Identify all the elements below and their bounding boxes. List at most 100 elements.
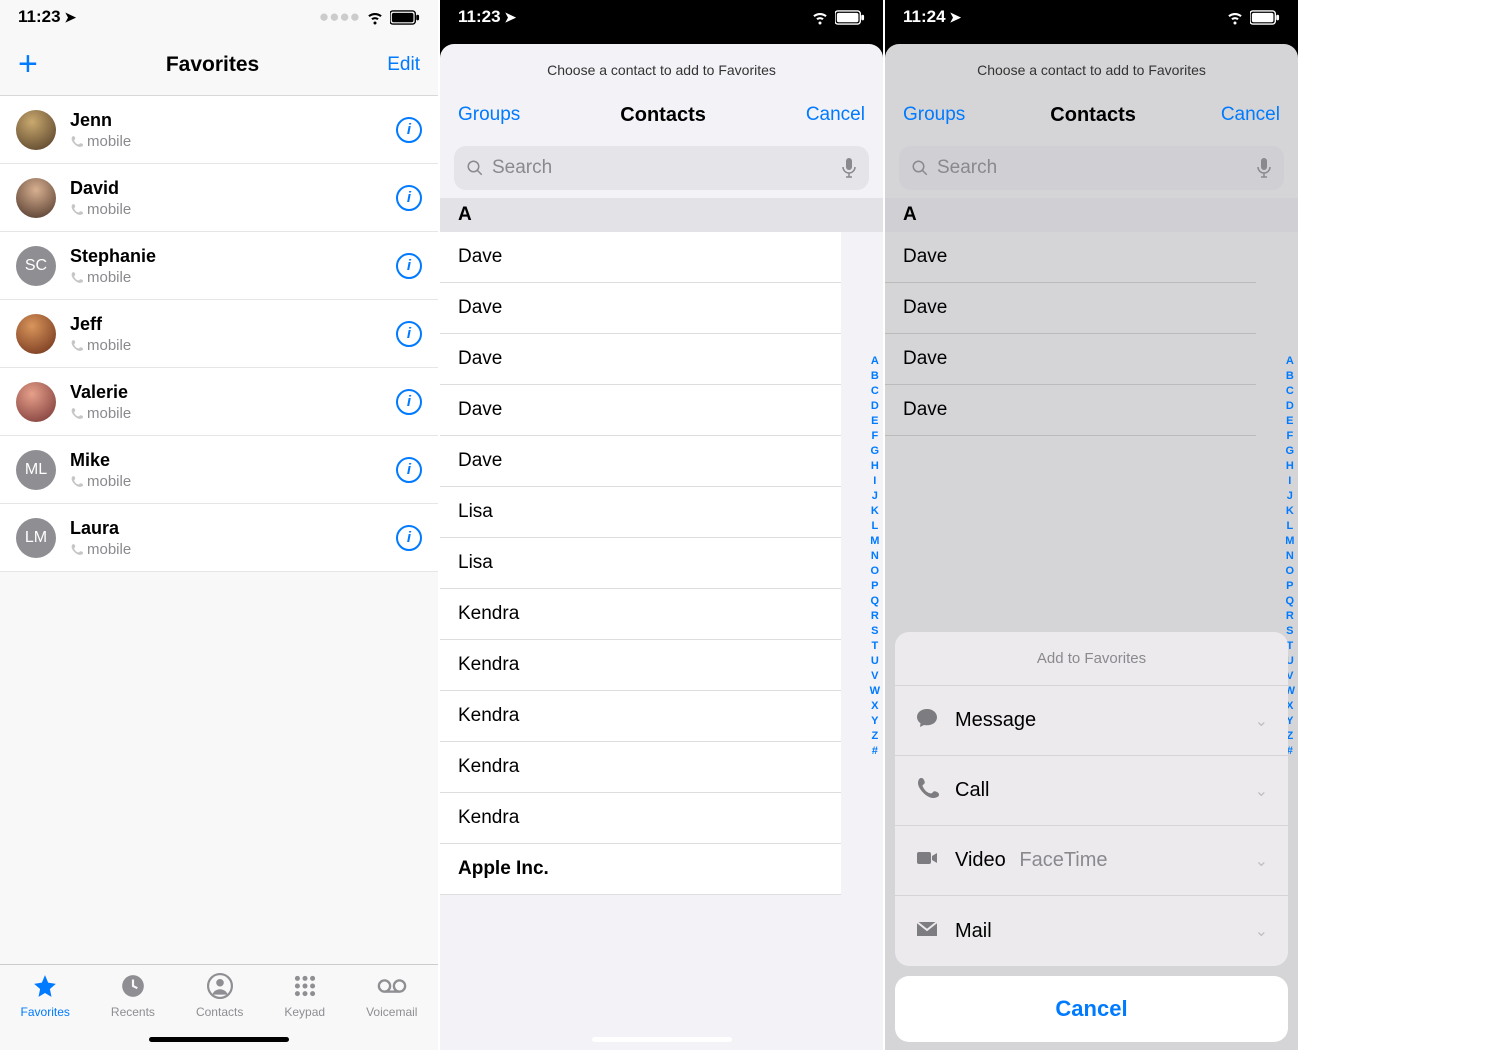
contact-row[interactable]: Dave — [885, 334, 1256, 385]
contact-row[interactable]: Kendra — [440, 691, 841, 742]
favorite-row[interactable]: David mobilei — [0, 164, 438, 232]
dictation-icon[interactable] — [1256, 157, 1272, 179]
index-letter[interactable]: I — [1288, 474, 1291, 489]
index-letter[interactable]: Z — [871, 729, 878, 744]
contact-row[interactable]: Dave — [885, 385, 1256, 436]
index-letter[interactable]: K — [1286, 504, 1294, 519]
index-letter[interactable]: X — [871, 699, 878, 714]
contact-row[interactable]: Dave — [440, 232, 841, 283]
index-letter[interactable]: E — [1286, 414, 1293, 429]
index-letter[interactable]: # — [872, 744, 878, 759]
index-letter[interactable]: B — [871, 369, 879, 384]
contact-row[interactable]: Kendra — [440, 742, 841, 793]
info-button[interactable]: i — [396, 321, 422, 347]
favorite-row[interactable]: Jeff mobilei — [0, 300, 438, 368]
index-letter[interactable]: D — [871, 399, 879, 414]
index-letter[interactable]: A — [1286, 354, 1294, 369]
favorite-row[interactable]: SCStephanie mobilei — [0, 232, 438, 300]
tab-keypad[interactable]: Keypad — [284, 973, 325, 1019]
index-letter[interactable]: P — [1286, 579, 1293, 594]
index-letter[interactable]: F — [1286, 429, 1293, 444]
tab-contact[interactable]: Contacts — [196, 973, 243, 1019]
index-letter[interactable]: R — [871, 609, 879, 624]
info-button[interactable]: i — [396, 117, 422, 143]
contact-row[interactable]: Kendra — [440, 589, 841, 640]
favorite-row[interactable]: Jenn mobilei — [0, 96, 438, 164]
search-field[interactable]: Search — [899, 146, 1284, 190]
index-letter[interactable]: S — [871, 624, 878, 639]
contact-row[interactable]: Dave — [885, 232, 1256, 283]
index-letter[interactable]: E — [871, 414, 878, 429]
index-letter[interactable]: J — [872, 489, 878, 504]
tab-voicemail[interactable]: Voicemail — [366, 973, 417, 1019]
index-letter[interactable]: Y — [871, 714, 878, 729]
index-letter[interactable]: O — [1286, 564, 1295, 579]
home-indicator[interactable] — [1022, 1037, 1162, 1042]
index-letter[interactable]: M — [1285, 534, 1294, 549]
index-letter[interactable]: D — [1286, 399, 1294, 414]
index-letter[interactable]: Q — [871, 594, 880, 609]
home-indicator[interactable] — [592, 1037, 732, 1042]
contact-row[interactable]: Dave — [440, 283, 841, 334]
groups-button[interactable]: Groups — [458, 104, 520, 126]
action-message[interactable]: Message⌄ — [895, 686, 1288, 756]
index-letter[interactable]: B — [1286, 369, 1294, 384]
index-letter[interactable]: L — [1286, 519, 1293, 534]
favorite-row[interactable]: MLMike mobilei — [0, 436, 438, 504]
add-button[interactable]: + — [18, 45, 38, 84]
info-button[interactable]: i — [396, 253, 422, 279]
index-letter[interactable]: G — [1286, 444, 1295, 459]
index-letter[interactable]: J — [1287, 489, 1293, 504]
action-cancel-button[interactable]: Cancel — [895, 976, 1288, 1042]
contact-row[interactable]: Dave — [440, 385, 841, 436]
favorite-row[interactable]: LMLaura mobilei — [0, 504, 438, 572]
contact-row[interactable]: Lisa — [440, 487, 841, 538]
contact-row[interactable]: Kendra — [440, 793, 841, 844]
contact-row[interactable]: Dave — [440, 436, 841, 487]
index-letter[interactable]: R — [1286, 609, 1294, 624]
index-letter[interactable]: L — [871, 519, 878, 534]
contact-row[interactable]: Dave — [885, 283, 1256, 334]
index-letter[interactable]: O — [871, 564, 880, 579]
index-letter[interactable]: P — [871, 579, 878, 594]
home-indicator[interactable] — [149, 1037, 289, 1042]
action-video[interactable]: Video FaceTime⌄ — [895, 826, 1288, 896]
index-letter[interactable]: K — [871, 504, 879, 519]
index-letter[interactable]: H — [871, 459, 879, 474]
contact-row[interactable]: Dave — [440, 334, 841, 385]
tab-clock[interactable]: Recents — [111, 973, 155, 1019]
index-letter[interactable]: I — [873, 474, 876, 489]
index-letter[interactable]: N — [1286, 549, 1294, 564]
index-letter[interactable]: Q — [1286, 594, 1295, 609]
info-button[interactable]: i — [396, 389, 422, 415]
action-phone[interactable]: Call⌄ — [895, 756, 1288, 826]
index-letter[interactable]: U — [871, 654, 879, 669]
index-letter[interactable]: W — [870, 684, 880, 699]
cancel-button[interactable]: Cancel — [1221, 104, 1280, 126]
index-letter[interactable]: F — [871, 429, 878, 444]
groups-button[interactable]: Groups — [903, 104, 965, 126]
tab-star[interactable]: Favorites — [21, 973, 70, 1019]
info-button[interactable]: i — [396, 525, 422, 551]
index-letter[interactable]: C — [871, 384, 879, 399]
index-letter[interactable]: N — [871, 549, 879, 564]
contact-row[interactable]: Kendra — [440, 640, 841, 691]
dictation-icon[interactable] — [841, 157, 857, 179]
index-letter[interactable]: C — [1286, 384, 1294, 399]
alpha-index[interactable]: ABCDEFGHIJKLMNOPQRSTUVWXYZ# — [870, 354, 880, 759]
index-letter[interactable]: G — [871, 444, 880, 459]
contact-row[interactable]: Apple Inc. — [440, 844, 841, 895]
index-letter[interactable]: A — [871, 354, 879, 369]
search-field[interactable]: Search — [454, 146, 869, 190]
contact-row[interactable]: Lisa — [440, 538, 841, 589]
index-letter[interactable]: M — [870, 534, 879, 549]
info-button[interactable]: i — [396, 457, 422, 483]
cancel-button[interactable]: Cancel — [806, 104, 865, 126]
index-letter[interactable]: H — [1286, 459, 1294, 474]
index-letter[interactable]: T — [871, 639, 878, 654]
index-letter[interactable]: V — [871, 669, 878, 684]
edit-button[interactable]: Edit — [387, 54, 420, 76]
info-button[interactable]: i — [396, 185, 422, 211]
favorite-row[interactable]: Valerie mobilei — [0, 368, 438, 436]
action-mail[interactable]: Mail⌄ — [895, 896, 1288, 966]
